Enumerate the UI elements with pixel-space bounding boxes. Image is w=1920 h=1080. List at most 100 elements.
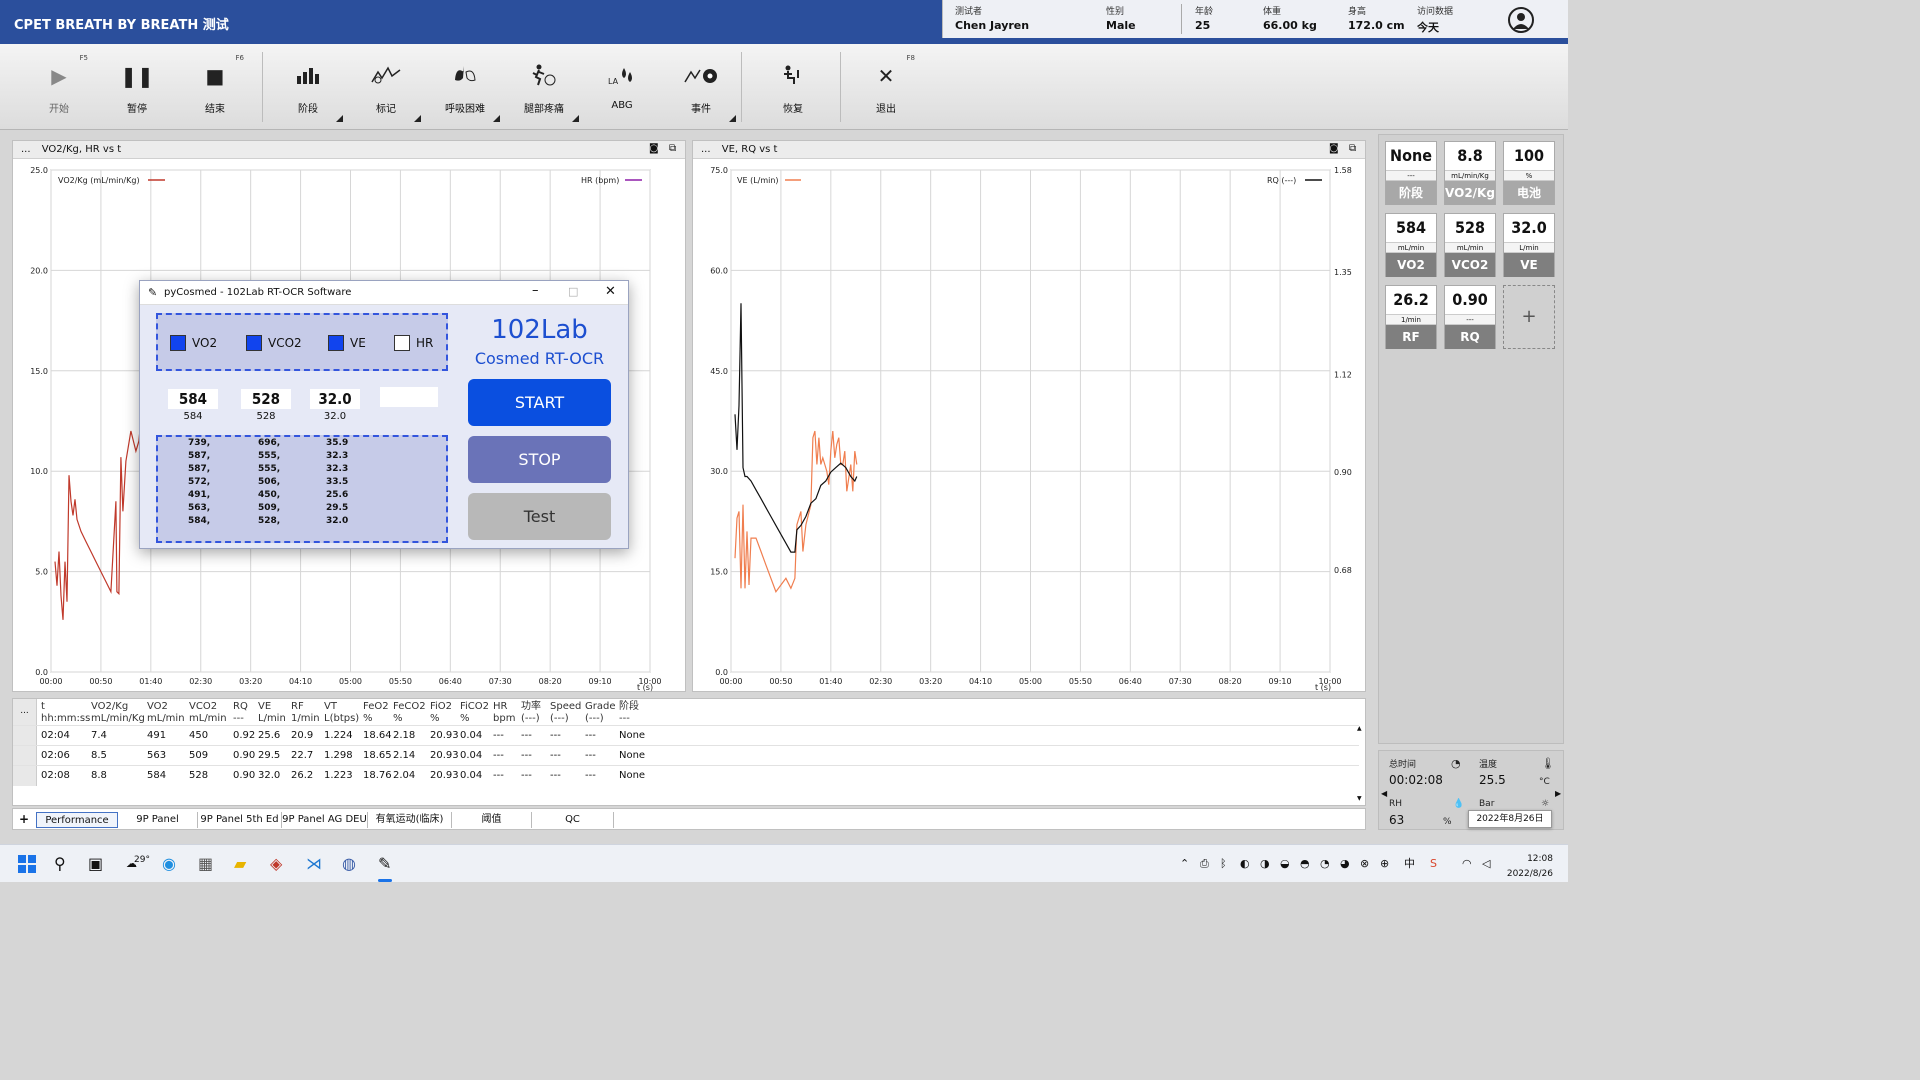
start-ocr-button[interactable]: START [468, 379, 611, 426]
tray-app-icon[interactable]: ⊗ [1360, 855, 1369, 873]
wifi-icon[interactable]: ◠ [1462, 855, 1472, 873]
popout-icon[interactable]: ⧉ [1349, 143, 1356, 154]
column-header[interactable]: VO2/Kg mL/min/Kg [91, 701, 145, 725]
tab-9p-panel-ag-deu[interactable]: 9P Panel AG DEU [282, 812, 368, 828]
column-header[interactable]: HR bpm [493, 701, 515, 725]
leg-pain-button[interactable]: 腿部疼痛 [507, 44, 581, 130]
tab-9p-panel-5th-ed[interactable]: 9P Panel 5th Ed [198, 812, 282, 828]
screen-capture-icon[interactable]: ◈ [270, 855, 282, 873]
column-header[interactable]: VT L(btps) [324, 701, 359, 725]
table-menu-icon[interactable]: ... [13, 699, 37, 725]
panel-menu-icon[interactable]: ... [21, 144, 31, 155]
tab-9p-panel[interactable]: 9P Panel [118, 812, 198, 828]
tab-aerobic-clinical[interactable]: 有氧运动(临床) [368, 812, 452, 828]
event-button[interactable]: 事件 [664, 44, 738, 130]
stat-tile-vo2[interactable]: 584 mL/min VO2 [1385, 213, 1437, 277]
tray-app-icon[interactable]: ◕ [1340, 855, 1350, 873]
snapshot-icon[interactable]: ◙ [1329, 143, 1339, 154]
start-button[interactable]: F5 ▶ 开始 [22, 44, 96, 130]
abg-button[interactable]: LA ABG [585, 44, 659, 130]
column-header[interactable]: FiCO2% [460, 701, 489, 725]
edge-browser-icon[interactable]: ◉ [162, 855, 176, 873]
column-header[interactable]: t hh:mm:ss [41, 701, 90, 725]
stat-tile-ve[interactable]: 32.0 L/min VE [1503, 213, 1555, 277]
tab-qc[interactable]: QC [532, 812, 614, 828]
tray-app-icon[interactable]: ⊕ [1380, 855, 1389, 873]
phase-button[interactable]: 阶段 [271, 44, 345, 130]
test-ocr-button[interactable]: Test [468, 493, 611, 540]
table-scrollbar[interactable]: ▲ ▼ [1357, 725, 1365, 805]
dyspnea-button[interactable]: 呼吸困难 [428, 44, 502, 130]
scroll-right-icon[interactable]: ▶ [1555, 789, 1561, 798]
column-header[interactable]: RF 1/min [291, 701, 320, 725]
volume-icon[interactable]: ◁ [1482, 855, 1490, 873]
row-handle[interactable] [13, 726, 37, 746]
visit-field[interactable]: 访问数据 今天 [1417, 4, 1453, 35]
sogou-input-icon[interactable]: S [1430, 855, 1437, 873]
dialog-titlebar[interactable]: ✎ pyCosmed - 102Lab RT-OCR Software – □ … [140, 281, 628, 305]
column-header[interactable]: VCO2 mL/min [189, 701, 227, 725]
tab-performance[interactable]: Performance [36, 812, 118, 828]
marker-button[interactable]: 标记 [349, 44, 423, 130]
column-header[interactable]: FeCO2% [393, 701, 426, 725]
tab-threshold[interactable]: 阈值 [452, 812, 532, 828]
vscode-icon[interactable]: ⋊ [306, 855, 322, 873]
maximize-icon[interactable]: □ [568, 285, 578, 298]
stop-button[interactable]: F6 ■ 结束 [178, 44, 252, 130]
globe-app-icon[interactable]: ◍ [342, 855, 356, 873]
add-tile-button[interactable]: + [1503, 285, 1555, 349]
search-icon[interactable]: ⚲ [54, 855, 66, 873]
column-header[interactable]: FiO2% [430, 701, 452, 725]
column-header[interactable]: 功率 (---) [521, 701, 541, 725]
tray-app-icon[interactable]: ◓ [1300, 855, 1310, 873]
stat-tile-rq[interactable]: 0.90 --- RQ [1444, 285, 1496, 349]
clock-date[interactable]: 2022/8/26 [1503, 865, 1553, 883]
stat-tile-phase[interactable]: None --- 阶段 [1385, 141, 1437, 205]
stat-tile-vco2[interactable]: 528 mL/min VCO2 [1444, 213, 1496, 277]
checkbox-ve[interactable] [328, 335, 344, 351]
row-handle[interactable] [13, 746, 37, 766]
task-view-icon[interactable]: ▣ [88, 855, 103, 873]
recovery-button[interactable]: 恢复 [756, 44, 830, 130]
tray-app-icon[interactable]: ◒ [1280, 855, 1290, 873]
column-header[interactable]: 阶段 --- [619, 701, 639, 725]
stop-ocr-button[interactable]: STOP [468, 436, 611, 483]
table-row[interactable]: 02:06 8.5 563 509 0.90 29.5 22.7 1.298 18.65 2.14… [13, 745, 1359, 766]
user-avatar-icon[interactable] [1508, 7, 1534, 33]
tray-overflow-icon[interactable]: ⌃ [1180, 855, 1189, 873]
row-handle[interactable] [13, 766, 37, 786]
table-row[interactable]: 02:04 7.4 491 450 0.92 25.6 20.9 1.224 18.64 2.18… [13, 725, 1359, 746]
pause-button[interactable]: ❚❚ 暂停 [100, 44, 174, 130]
pycosmed-taskbar-icon[interactable]: ✎ [378, 855, 391, 873]
windows-start-icon[interactable] [18, 855, 36, 877]
stat-tile-rf[interactable]: 26.2 1/min RF [1385, 285, 1437, 349]
scroll-left-icon[interactable]: ◀ [1381, 789, 1387, 798]
tray-app-icon[interactable]: ◑ [1260, 855, 1270, 873]
column-header[interactable]: RQ --- [233, 701, 248, 725]
column-header[interactable]: VO2 mL/min [147, 701, 185, 725]
popout-icon[interactable]: ⧉ [669, 143, 676, 154]
ime-indicator[interactable]: 中 [1404, 855, 1415, 873]
panel-menu-icon[interactable]: ... [701, 144, 711, 155]
tray-app-icon[interactable]: ◔ [1320, 855, 1330, 873]
usb-icon[interactable]: ⎙ [1200, 855, 1209, 873]
file-explorer-icon[interactable]: ▰ [234, 855, 246, 873]
stat-tile-battery[interactable]: 100 % 电池 [1503, 141, 1555, 205]
column-header[interactable]: FeO2% [363, 701, 389, 725]
minimize-icon[interactable]: – [532, 283, 539, 298]
tray-app-icon[interactable]: ◐ [1240, 855, 1250, 873]
checkbox-vco2[interactable] [246, 335, 262, 351]
snapshot-icon[interactable]: ◙ [649, 143, 659, 154]
stat-tile-vo2kg[interactable]: 8.8 mL/min/Kg VO2/Kg [1444, 141, 1496, 205]
bluetooth-icon[interactable]: ᛒ [1220, 855, 1227, 873]
column-header[interactable]: Speed (---) [550, 701, 581, 725]
table-row[interactable]: 02:08 8.8 584 528 0.90 32.0 26.2 1.223 18.76 2.04… [13, 765, 1359, 786]
column-header[interactable]: VE L/min [258, 701, 286, 725]
column-header[interactable]: Grade (---) [585, 701, 616, 725]
checkbox-vo2[interactable] [170, 335, 186, 351]
close-icon[interactable]: ✕ [605, 284, 616, 299]
add-sheet-button[interactable]: + [19, 812, 29, 826]
checkbox-hr[interactable] [394, 335, 410, 351]
calculator-icon[interactable]: ▦ [198, 855, 213, 873]
exit-button[interactable]: F8 ✕ 退出 [849, 44, 923, 130]
